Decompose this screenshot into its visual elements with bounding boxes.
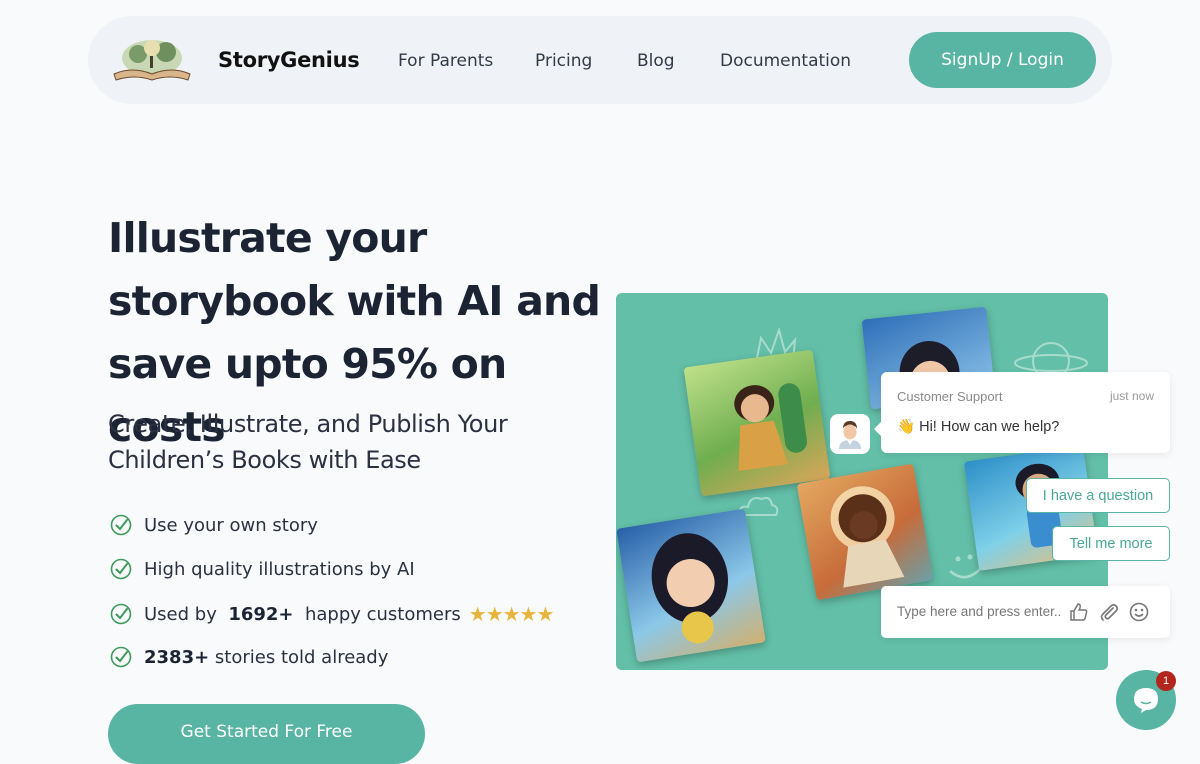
feature-text: Use your own story xyxy=(144,514,318,536)
check-circle-icon xyxy=(110,558,132,580)
nav-link-for-parents[interactable]: For Parents xyxy=(398,51,493,71)
girl-illustration-icon xyxy=(651,533,729,644)
book-cover-garden[interactable] xyxy=(683,349,831,497)
agent-name: Customer Support xyxy=(897,389,1003,404)
customer-count: 1692+ xyxy=(228,603,294,625)
star-rating-icon: ★★★★★ xyxy=(468,602,555,626)
feature-text-suffix: happy customers xyxy=(304,603,461,625)
feature-item: Use your own story xyxy=(110,514,318,536)
get-started-button[interactable]: Get Started For Free xyxy=(108,704,425,764)
storybook-logo-icon[interactable] xyxy=(108,36,196,84)
story-count: 2383+ xyxy=(144,646,210,668)
feature-item: 2383+ stories told already xyxy=(110,646,388,668)
nav-link-documentation[interactable]: Documentation xyxy=(720,51,851,71)
girl-illustration-icon xyxy=(830,486,905,588)
unread-badge: 1 xyxy=(1156,671,1176,691)
book-cover-world[interactable] xyxy=(796,463,934,601)
chat-message-input[interactable] xyxy=(897,604,1077,619)
quick-reply-question[interactable]: I have a question xyxy=(1026,478,1170,513)
book-cover-rainbow-bottom[interactable] xyxy=(616,508,766,663)
check-circle-icon xyxy=(110,646,132,668)
nav-link-blog[interactable]: Blog xyxy=(637,51,675,71)
hero-subtitle: Create, Illustrate, and Publish Your Chi… xyxy=(108,410,508,474)
chat-bubble-icon xyxy=(1134,688,1158,713)
feature-item: High quality illustrations by AI xyxy=(110,558,415,580)
feature-text-suffix: stories told already xyxy=(214,646,389,668)
chat-message-bubble: Customer Support just now 👋 Hi! How can … xyxy=(874,372,1170,453)
feature-text: High quality illustrations by AI xyxy=(144,558,415,580)
support-agent-avatar xyxy=(830,414,870,454)
girl-illustration-icon xyxy=(734,383,807,472)
signup-login-button[interactable]: SignUp / Login xyxy=(909,32,1096,88)
emoji-icon[interactable] xyxy=(1129,602,1149,622)
attachment-icon[interactable] xyxy=(1099,602,1119,622)
top-navigation: StoryGenius For Parents Pricing Blog Doc… xyxy=(88,16,1112,104)
agent-avatar-icon xyxy=(839,421,861,449)
chat-message-text: Hi! How can we help? xyxy=(919,419,1060,435)
nav-link-pricing[interactable]: Pricing xyxy=(535,51,592,71)
thumbs-up-icon[interactable] xyxy=(1069,602,1089,622)
feature-text-prefix: Used by xyxy=(144,603,217,625)
waving-hand-icon: 👋 xyxy=(897,419,916,435)
quick-reply-tell-more[interactable]: Tell me more xyxy=(1052,526,1170,561)
check-circle-icon xyxy=(110,514,132,536)
brand-name[interactable]: StoryGenius xyxy=(218,48,360,72)
message-time: just now xyxy=(1109,389,1154,403)
check-circle-icon xyxy=(110,603,132,625)
chat-input-box xyxy=(881,586,1170,638)
feature-item: Used by 1692+ happy customers ★★★★★ xyxy=(110,602,555,626)
chat-message: 👋 Hi! How can we help? xyxy=(897,418,1059,435)
